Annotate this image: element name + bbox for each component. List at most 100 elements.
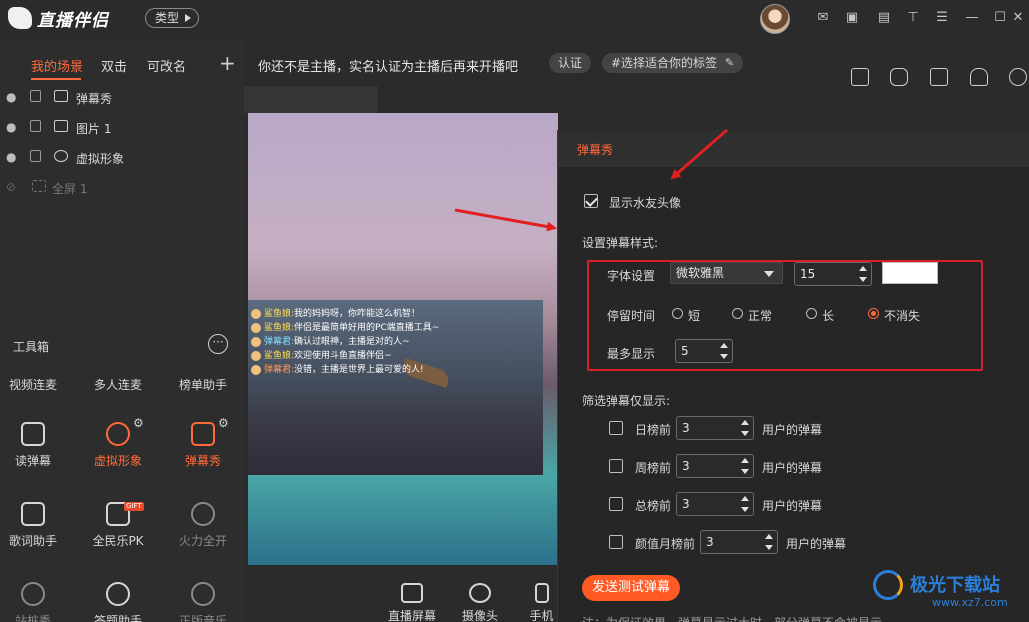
chat-avatar xyxy=(251,350,261,361)
maximize-icon[interactable]: ☐ xyxy=(992,10,1008,26)
layout-icon[interactable] xyxy=(930,68,948,86)
download-icon xyxy=(191,502,215,526)
duration-short-radio[interactable] xyxy=(672,308,683,319)
layer-row-fullscreen[interactable]: ⊘ 全屏 1 xyxy=(0,175,244,201)
font-color-swatch[interactable] xyxy=(882,262,938,284)
duration-normal-radio[interactable] xyxy=(732,308,743,319)
type-button[interactable]: 类型 xyxy=(145,8,199,28)
stepper-up-icon[interactable] xyxy=(741,496,749,501)
tab-my-scenes[interactable]: 我的场景 xyxy=(31,56,83,75)
tool-virtual-avatar[interactable]: 虚拟形象 xyxy=(78,422,158,482)
max-stepper[interactable]: 5 xyxy=(675,339,733,363)
stepper-up-icon[interactable] xyxy=(741,420,749,425)
minimize-icon[interactable]: — xyxy=(964,10,980,26)
stepper-down-icon[interactable] xyxy=(720,354,728,359)
stepper-down-icon[interactable] xyxy=(741,469,749,474)
user-avatar[interactable] xyxy=(760,4,790,34)
filter-day-stepper[interactable]: 3 xyxy=(676,416,754,440)
stepper-up-icon[interactable] xyxy=(741,458,749,463)
bell-icon[interactable] xyxy=(970,68,988,86)
edit-pencil-icon: ✎ xyxy=(724,56,735,69)
tool-rank-helper[interactable]: 榜单助手 xyxy=(163,356,243,416)
read-danmaku-icon xyxy=(21,422,45,446)
stepper-down-icon[interactable] xyxy=(741,507,749,512)
eye-icon[interactable]: ● xyxy=(6,120,16,134)
save-icon[interactable]: ▤ xyxy=(876,10,892,26)
stepper-down-icon[interactable] xyxy=(741,431,749,436)
tab-rename[interactable]: 可改名 xyxy=(147,56,186,75)
verify-button[interactable]: 认证 xyxy=(549,53,592,73)
eye-icon[interactable]: ● xyxy=(6,150,16,164)
shirt-icon[interactable]: ⊤ xyxy=(905,10,921,26)
tool-pk[interactable]: 全民乐PK xyxy=(78,502,158,562)
tag-button[interactable]: #选择适合你的标签 ✎ xyxy=(602,53,744,73)
stepper-down-icon[interactable] xyxy=(859,277,867,282)
stepper-up-icon[interactable] xyxy=(765,534,773,539)
tool-label: 弹幕秀 xyxy=(184,454,221,468)
chat-line: 鲨鱼娘:我的妈妈呀，你咋能这么机智！ xyxy=(251,306,420,319)
tool-lyrics-helper[interactable]: 歌词助手 xyxy=(0,502,73,562)
filter-looks-checkbox[interactable] xyxy=(609,535,623,549)
duration-option-label: 不消失 xyxy=(884,309,921,323)
chat-text: 伴侣是最简单好用的PC端直播工具~ xyxy=(294,323,440,333)
close-icon[interactable]: ✕ xyxy=(1010,10,1026,26)
filter-day-checkbox[interactable] xyxy=(609,421,623,435)
tab-double-click[interactable]: 双击 xyxy=(101,56,127,75)
gear-icon[interactable]: ⚙ xyxy=(133,416,144,430)
filter-week-stepper[interactable]: 3 xyxy=(676,454,754,478)
unlock-icon[interactable] xyxy=(890,68,908,86)
eye-hidden-icon[interactable]: ⊘ xyxy=(6,180,16,194)
video-icon[interactable]: ▣ xyxy=(844,10,860,26)
share-icon[interactable] xyxy=(1009,68,1027,86)
font-select[interactable]: 微软雅黑 xyxy=(670,262,783,284)
download-icon xyxy=(191,582,215,606)
font-size-stepper[interactable]: 15 xyxy=(794,262,872,286)
font-size-value: 15 xyxy=(800,267,816,281)
tool-label: 全民乐PK xyxy=(92,534,144,548)
chat-name: 鲨鱼娘: xyxy=(264,323,295,333)
layer-row-danmaku[interactable]: ● 弹幕秀 xyxy=(0,85,244,111)
watermark-url: www.xz7.com xyxy=(932,596,1008,609)
tool-licensed-music[interactable]: 正版音乐 xyxy=(163,582,243,622)
lock-icon[interactable] xyxy=(30,150,41,162)
filter-total-stepper[interactable]: 3 xyxy=(676,492,754,516)
layer-row-avatar[interactable]: ● 虚拟形象 xyxy=(0,145,244,171)
tool-full-power[interactable]: 火力全开 xyxy=(163,502,243,562)
filter-week-checkbox[interactable] xyxy=(609,459,623,473)
phone-icon xyxy=(534,583,549,603)
tool-video-link[interactable]: 视频连麦 xyxy=(0,356,73,416)
duration-long-radio[interactable] xyxy=(806,308,817,319)
gift-box-icon[interactable] xyxy=(851,68,869,86)
eye-icon[interactable]: ● xyxy=(6,90,16,104)
watermark-name: 极光下载站 xyxy=(910,575,1000,596)
tool-quiz-helper[interactable]: 答题助手 xyxy=(78,582,158,622)
show-avatar-checkbox[interactable] xyxy=(584,194,598,208)
stepper-up-icon[interactable] xyxy=(720,343,728,348)
add-scene-button[interactable]: + xyxy=(219,51,236,75)
notice-text: 你还不是主播，实名认证为主播后再来开播吧 xyxy=(258,60,519,75)
lock-icon[interactable] xyxy=(30,120,41,132)
menu-icon[interactable]: ☰ xyxy=(934,10,950,26)
filter-total-checkbox[interactable] xyxy=(609,497,623,511)
mail-icon[interactable]: ✉ xyxy=(815,10,831,26)
tool-read-danmaku[interactable]: 读弹幕 xyxy=(0,422,73,482)
send-test-danmaku-button[interactable]: 发送测试弹幕 xyxy=(582,575,681,601)
phone-cast-button[interactable]: 手机投 xyxy=(526,583,557,622)
gear-icon[interactable]: ⚙ xyxy=(218,416,229,430)
tool-multi-link[interactable]: 多人连麦 xyxy=(78,356,158,416)
layer-row-image[interactable]: ● 图片 1 xyxy=(0,115,244,141)
danmaku-show-dialog: 弹幕秀 显示水友头像 设置弹幕样式: 字体设置 微软雅黑 15 停留时间 短 正… xyxy=(557,130,1029,622)
left-panel: 我的场景 双击 可改名 + ● 弹幕秀 ● 图片 1 ● 虚拟形象 ⊘ 全屏 1… xyxy=(0,40,244,622)
screen-capture-button[interactable]: 直播屏幕 xyxy=(388,583,436,622)
tool-label: 多人连麦 xyxy=(93,378,142,392)
lock-icon[interactable] xyxy=(30,90,41,102)
duration-forever-radio[interactable] xyxy=(868,308,879,319)
filter-looks-stepper[interactable]: 3 xyxy=(700,530,778,554)
stepper-up-icon[interactable] xyxy=(859,266,867,271)
stepper-down-icon[interactable] xyxy=(765,545,773,550)
tool-standing-show[interactable]: 站桩秀 xyxy=(0,582,73,622)
play-triangle-icon xyxy=(185,14,191,22)
toolbox-more-button[interactable]: ··· xyxy=(208,334,228,354)
camera-button[interactable]: 摄像头 xyxy=(462,583,498,622)
tool-danmaku-show[interactable]: 弹幕秀 xyxy=(163,422,243,482)
